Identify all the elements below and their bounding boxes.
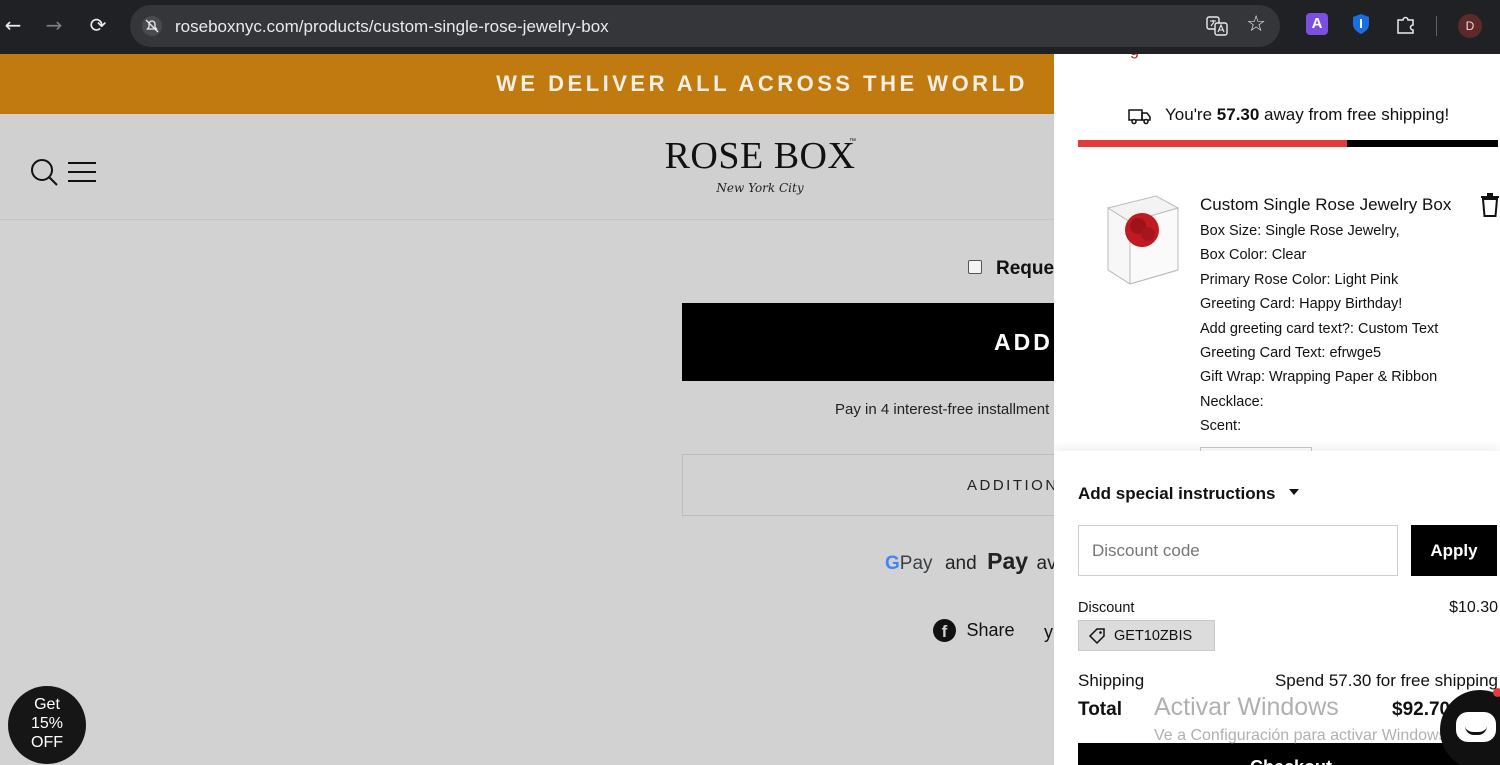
checkout-button[interactable]: Checkout bbox=[1078, 743, 1500, 765]
browser-toolbar: ← → ⟳ roseboxnyc.com/products/custom-sin… bbox=[0, 0, 1500, 54]
profile-avatar[interactable]: D bbox=[1458, 14, 1482, 38]
menu-icon[interactable] bbox=[68, 161, 98, 183]
add-to-cart-label: ADD bbox=[994, 329, 1053, 355]
promo-line-3: OFF bbox=[31, 734, 63, 751]
twitter-icon[interactable]: y bbox=[1044, 622, 1053, 643]
truck-icon bbox=[1128, 109, 1151, 125]
windows-activation-hint: Ve a Configuración para activar Windows. bbox=[1154, 727, 1452, 744]
checkout-label: Checkout bbox=[1250, 757, 1332, 765]
cart-item-title[interactable]: Custom Single Rose Jewelry Box bbox=[1200, 195, 1451, 215]
discount-amount: $10.30 bbox=[1449, 599, 1498, 616]
shipping-label: Shipping bbox=[1078, 671, 1145, 690]
property-line: Box Color: Clear bbox=[1200, 247, 1307, 264]
additional-info-button[interactable]: ADDITION bbox=[682, 454, 1102, 516]
total-label: Total bbox=[1078, 699, 1122, 720]
logo-subtitle: New York City bbox=[716, 181, 804, 195]
promo-line-2: 15% bbox=[30, 715, 64, 732]
tag-icon bbox=[1088, 628, 1105, 645]
promo-line-1: Get bbox=[34, 696, 60, 713]
search-icon[interactable] bbox=[30, 158, 58, 186]
discount-popup-badge[interactable]: Get 15% OFF bbox=[8, 686, 86, 764]
extension-a-icon[interactable]: A bbox=[1306, 13, 1328, 35]
shipping-progress-fill bbox=[1078, 140, 1347, 147]
url-text: roseboxnyc.com/products/custom-single-ro… bbox=[175, 17, 609, 36]
windows-activation-title: Activar Windows bbox=[1154, 693, 1339, 721]
site-info-icon[interactable] bbox=[142, 16, 162, 36]
add-to-cart-button[interactable]: ADD bbox=[682, 303, 1102, 381]
discount-code-input[interactable] bbox=[1078, 525, 1398, 576]
translate-icon[interactable] bbox=[1206, 15, 1228, 37]
extensions-puzzle-icon[interactable] bbox=[1395, 13, 1417, 35]
payments-and: and bbox=[944, 553, 977, 574]
cart-item-properties: Box Size: Single Rose Jewelry, Box Color… bbox=[1200, 222, 1438, 442]
shield-extension-icon[interactable] bbox=[1350, 13, 1372, 35]
back-button[interactable]: ← bbox=[0, 12, 26, 38]
apply-discount-button[interactable]: Apply bbox=[1411, 525, 1497, 576]
product-thumbnail[interactable] bbox=[1098, 190, 1184, 300]
property-line: Greeting Card Text: efrwge5 bbox=[1200, 344, 1382, 361]
payment-methods: GPay and Pay av bbox=[885, 548, 1057, 575]
toolbar-divider bbox=[1436, 16, 1437, 36]
shipping-prefix: You're bbox=[1165, 105, 1217, 124]
property-line: Scent: bbox=[1200, 418, 1242, 435]
site-logo[interactable]: ROSE BOX ™ New York City bbox=[660, 134, 860, 206]
logo-wordmark: ROSE BOX bbox=[664, 135, 856, 177]
property-line: Primary Rose Color: Light Pink bbox=[1200, 271, 1399, 288]
chat-bubble-icon bbox=[1456, 712, 1496, 742]
shipping-amount: 57.30 bbox=[1216, 105, 1260, 124]
discount-label: Discount bbox=[1078, 600, 1135, 616]
trash-icon[interactable] bbox=[1480, 193, 1500, 217]
property-line: Gift Wrap: Wrapping Paper & Ribbon bbox=[1200, 369, 1438, 386]
clipped-heading: g bbox=[1130, 54, 1139, 60]
free-shipping-message: You're 57.30 away from free shipping! bbox=[1165, 105, 1449, 125]
share-label: Share bbox=[966, 620, 1015, 640]
bookmark-star-icon[interactable]: ☆ bbox=[1246, 12, 1266, 37]
facebook-icon: f bbox=[933, 619, 956, 642]
applied-discount-chip[interactable]: GET10ZBIS bbox=[1078, 620, 1215, 651]
chat-notification-dot bbox=[1493, 688, 1500, 697]
additional-info-label: ADDITION bbox=[967, 477, 1059, 494]
forward-button[interactable]: → bbox=[41, 12, 67, 38]
request-checkbox[interactable] bbox=[968, 260, 982, 274]
cart-drawer: g You're 57.30 away from free shipping! … bbox=[1054, 54, 1500, 765]
apple-pay-label: Pay bbox=[987, 548, 1029, 574]
gpay-label: Pay bbox=[899, 553, 933, 574]
google-g-logo: G bbox=[885, 553, 900, 574]
installments-text: Pay in 4 interest-free installment bbox=[835, 401, 1050, 418]
property-line: Box Size: Single Rose Jewelry, bbox=[1200, 223, 1400, 239]
property-line: Greeting Card: Happy Birthday! bbox=[1200, 296, 1403, 313]
address-bar[interactable]: roseboxnyc.com/products/custom-single-ro… bbox=[130, 5, 1280, 47]
reload-button[interactable]: ⟳ bbox=[85, 12, 111, 38]
property-line: Add greeting card text?: Custom Text bbox=[1200, 320, 1439, 337]
discount-code-text: GET10ZBIS bbox=[1114, 628, 1193, 644]
special-instructions-toggle[interactable]: Add special instructions bbox=[1078, 484, 1275, 504]
caret-down-icon[interactable] bbox=[1289, 489, 1299, 495]
shipping-value: Spend 57.30 for free shipping bbox=[1274, 671, 1498, 690]
shipping-suffix: away from free shipping! bbox=[1259, 105, 1450, 124]
shipping-progress-bar bbox=[1078, 140, 1498, 147]
logo-trademark: ™ bbox=[849, 138, 856, 145]
property-line: Necklace: bbox=[1200, 393, 1264, 410]
facebook-share-button[interactable]: f Share bbox=[933, 619, 1015, 642]
